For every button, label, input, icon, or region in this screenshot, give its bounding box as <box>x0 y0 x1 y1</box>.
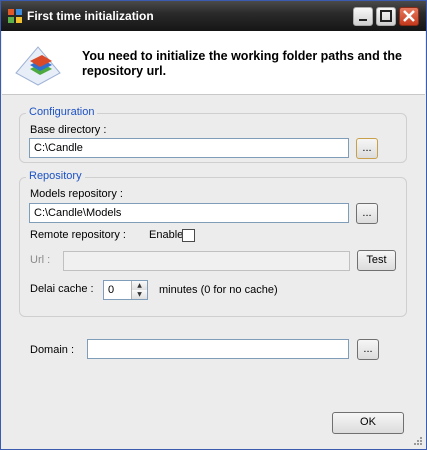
cache-delay-value: 0 <box>108 284 115 296</box>
app-icon <box>8 9 22 23</box>
init-wizard-icon <box>15 46 61 86</box>
maximize-icon <box>380 10 392 22</box>
resize-grip-icon[interactable] <box>413 436 423 446</box>
base-directory-field[interactable]: C:\Candle <box>29 138 349 158</box>
cache-delay-label: Delai cache : <box>30 283 94 295</box>
form-panel: Configuration Base directory : C:\Candle… <box>6 97 416 437</box>
models-repository-label: Models repository : <box>30 188 123 200</box>
base-directory-label: Base directory : <box>30 124 107 136</box>
models-repository-field[interactable]: C:\Candle\Models <box>29 203 349 223</box>
domain-field[interactable] <box>87 339 349 359</box>
stepper-arrows: ▲ ▼ <box>131 281 147 299</box>
minimize-icon <box>359 19 367 21</box>
domain-label: Domain : <box>30 344 75 356</box>
header-message: You need to initialize the working folde… <box>82 49 402 78</box>
close-icon <box>403 10 415 22</box>
minimize-button[interactable] <box>353 7 373 26</box>
remote-enabled-checkbox[interactable] <box>182 229 195 242</box>
browse-base-directory-button[interactable]: ... <box>356 138 378 159</box>
maximize-button[interactable] <box>376 7 396 26</box>
browse-domain-button[interactable]: ... <box>357 339 379 360</box>
url-label: Url : <box>30 254 51 266</box>
cache-delay-stepper[interactable]: 0 ▲ ▼ <box>103 280 148 300</box>
title-bar[interactable]: First time initialization <box>1 1 426 31</box>
window-title: First time initialization <box>27 9 154 23</box>
test-button[interactable]: Test <box>357 250 396 271</box>
cache-delay-hint: minutes (0 for no cache) <box>159 284 278 296</box>
dialog-window: First time initialization You need to in… <box>0 0 427 450</box>
browse-models-repository-button[interactable]: ... <box>356 203 378 224</box>
remote-repository-label: Remote repository : <box>30 229 126 241</box>
stepper-down-icon[interactable]: ▼ <box>132 290 147 299</box>
repository-group-title: Repository <box>26 170 85 182</box>
url-field[interactable] <box>63 251 350 271</box>
ok-button[interactable]: OK <box>332 412 404 434</box>
configuration-group-title: Configuration <box>26 106 98 118</box>
close-button[interactable] <box>399 7 419 26</box>
header-banner: You need to initialize the working folde… <box>2 31 425 95</box>
